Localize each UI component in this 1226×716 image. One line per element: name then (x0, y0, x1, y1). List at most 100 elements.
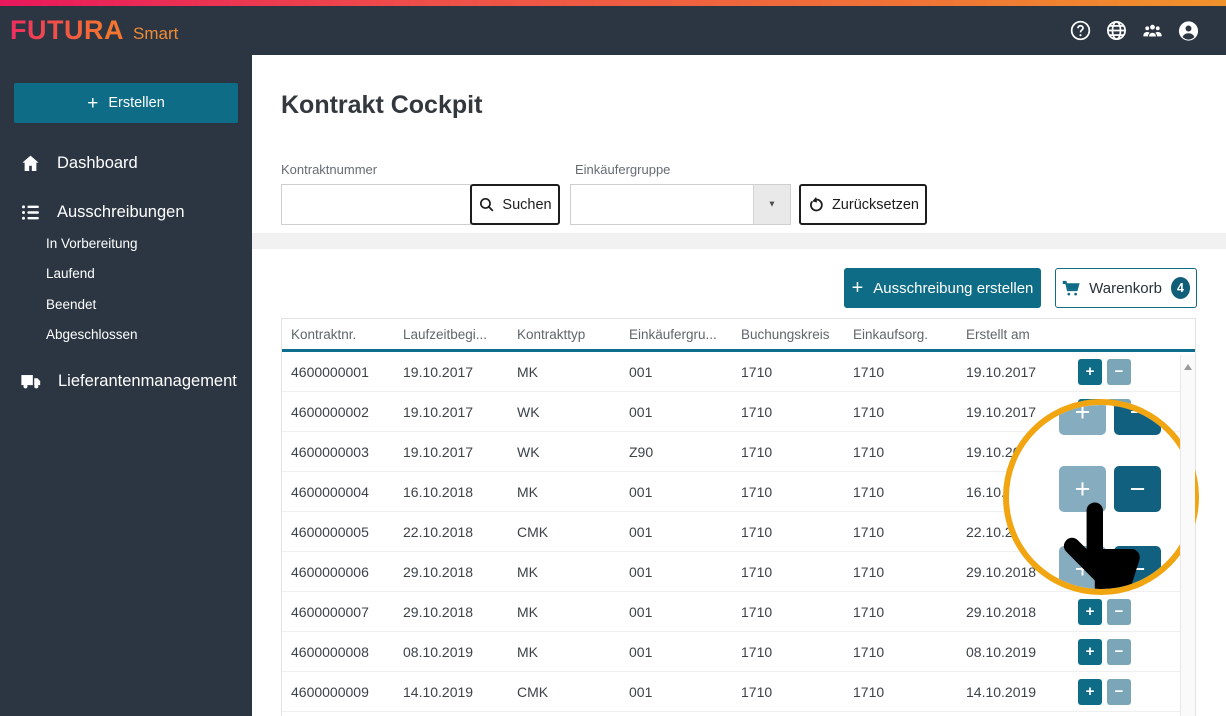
sidebar-subitem[interactable]: Laufend (46, 259, 138, 290)
table-cell: WK (508, 444, 620, 460)
sidebar-item-label: Dashboard (57, 154, 138, 173)
table-header-row: Kontraktnr.Laufzeitbegi...Kontrakttyp Ein… (282, 319, 1195, 352)
reset-button[interactable]: Zurücksetzen (799, 184, 927, 225)
column-header: Laufzeitbegi... (394, 327, 508, 342)
user-group-icon[interactable] (1141, 19, 1164, 42)
table-cell: 08.10.2019 (394, 644, 508, 660)
table-cell: 1710 (732, 524, 844, 540)
table-cell: 29.10.2018 (957, 604, 1057, 620)
table-cell: 001 (620, 364, 732, 380)
table-cell: 4600000009 (282, 684, 394, 700)
table-cell: Z90 (620, 444, 732, 460)
table-cell: 1710 (732, 564, 844, 580)
column-header: Kontrakttyp (508, 327, 620, 342)
table-cell: 4600000004 (282, 484, 394, 500)
sidebar-item-lieferantenmanagement[interactable]: Lieferantenmanagement (0, 364, 252, 398)
table-cell: 1710 (844, 524, 957, 540)
kontraktnummer-input[interactable] (281, 184, 471, 225)
reset-icon (807, 196, 825, 214)
add-to-cart-button[interactable]: + (1078, 359, 1102, 385)
table-cell: 1710 (844, 564, 957, 580)
app-header: FUTURA Smart (0, 6, 1226, 55)
add-to-cart-button[interactable]: + (1078, 679, 1102, 705)
column-header: Kontraktnr. (282, 327, 394, 342)
plus-icon: + (87, 94, 98, 113)
search-button[interactable]: Suchen (470, 184, 560, 225)
table-cell: CMK (508, 524, 620, 540)
header-icon-bar (1069, 19, 1200, 42)
search-button-label: Suchen (502, 197, 551, 213)
main-content: Kontrakt Cockpit Kontraktnummer Suchen E… (252, 55, 1226, 716)
page-title: Kontrakt Cockpit (281, 91, 482, 120)
einkaeufergruppe-select[interactable]: ▼ (570, 184, 791, 225)
scroll-up-icon[interactable] (1184, 364, 1192, 370)
table-cell: 22.10.2018 (394, 524, 508, 540)
einkaeufergruppe-select-value (571, 185, 753, 224)
kontraktnummer-label: Kontraktnummer (281, 162, 377, 177)
table-cell: 1710 (844, 484, 957, 500)
table-cell: 001 (620, 404, 732, 420)
table-scrollbar[interactable] (1180, 355, 1195, 716)
sidebar-item-dashboard[interactable]: Dashboard (0, 146, 252, 180)
table-cell: MK (508, 484, 620, 500)
table-cell: 4600000008 (282, 644, 394, 660)
table-cell: 14.10.2019 (957, 684, 1057, 700)
table-cell: 1710 (732, 644, 844, 660)
table-cell: 1710 (844, 604, 957, 620)
table-cell: 1710 (732, 604, 844, 620)
hand-cursor-icon (1057, 497, 1149, 595)
create-tender-button[interactable]: + Ausschreibung erstellen (844, 268, 1041, 308)
sidebar-subitem[interactable]: Abgeschlossen (46, 320, 138, 351)
table-row: 460000000914.10.2019CMK0011710171014.10.… (282, 672, 1195, 712)
table-cell: CMK (508, 684, 620, 700)
sidebar-subitem[interactable]: In Vorbereitung (46, 228, 138, 259)
sidebar-item-ausschreibungen[interactable]: Ausschreibungen (0, 195, 252, 229)
cart-button[interactable]: Warenkorb 4 (1055, 268, 1197, 308)
create-button[interactable]: + Erstellen (14, 83, 238, 123)
table-cell: 1710 (844, 644, 957, 660)
table-cell: 4600000003 (282, 444, 394, 460)
row-actions: +− (1057, 639, 1180, 665)
table-row: 460000000808.10.2019MK0011710171008.10.2… (282, 632, 1195, 672)
magnified-remove-button[interactable]: − (1114, 399, 1161, 435)
table-cell: 1710 (844, 684, 957, 700)
table-cell: 19.10.2017 (394, 404, 508, 420)
sidebar-subitem[interactable]: Beendet (46, 289, 138, 320)
sidebar: + Erstellen Dashboard Ausschreibungen In… (0, 55, 252, 716)
sidebar-item-label: Lieferantenmanagement (58, 372, 237, 391)
chevron-down-icon[interactable]: ▼ (753, 185, 790, 224)
table-cell: 14.10.2019 (394, 684, 508, 700)
table-cell: 29.10.2018 (394, 604, 508, 620)
einkaeufergruppe-label: Einkäufergruppe (575, 162, 670, 177)
table-cell: MK (508, 364, 620, 380)
table-cell: 001 (620, 644, 732, 660)
cart-button-label: Warenkorb (1089, 280, 1162, 297)
account-icon[interactable] (1177, 19, 1200, 42)
cart-icon (1062, 278, 1080, 299)
column-header: Einkaufsorg. (844, 327, 957, 342)
column-header: Buchungskreis (732, 327, 844, 342)
help-icon[interactable] (1069, 19, 1092, 42)
sidebar-subitems: In VorbereitungLaufendBeendetAbgeschloss… (46, 228, 138, 350)
remove-from-cart-button[interactable]: − (1107, 599, 1131, 625)
app-window: FUTURA Smart + Erstellen Dashboard (0, 0, 1226, 716)
row-actions: +− (1057, 679, 1180, 705)
remove-from-cart-button[interactable]: − (1107, 359, 1131, 385)
magnified-add-button[interactable]: + (1059, 399, 1106, 435)
add-to-cart-button[interactable]: + (1078, 639, 1102, 665)
section-divider (252, 233, 1226, 249)
table-cell: 08.10.2019 (957, 644, 1057, 660)
add-to-cart-button[interactable]: + (1078, 599, 1102, 625)
table-cell: 4600000007 (282, 604, 394, 620)
language-globe-icon[interactable] (1105, 19, 1128, 42)
table-cell: MK (508, 644, 620, 660)
truck-icon (20, 370, 42, 392)
table-cell: 1710 (732, 404, 844, 420)
remove-from-cart-button[interactable]: − (1107, 679, 1131, 705)
remove-from-cart-button[interactable]: − (1107, 639, 1131, 665)
sidebar-item-label: Ausschreibungen (57, 203, 185, 222)
table-cell: 19.10.2017 (957, 364, 1057, 380)
table-cell: 001 (620, 684, 732, 700)
table-cell: 001 (620, 524, 732, 540)
table-cell: 4600000006 (282, 564, 394, 580)
